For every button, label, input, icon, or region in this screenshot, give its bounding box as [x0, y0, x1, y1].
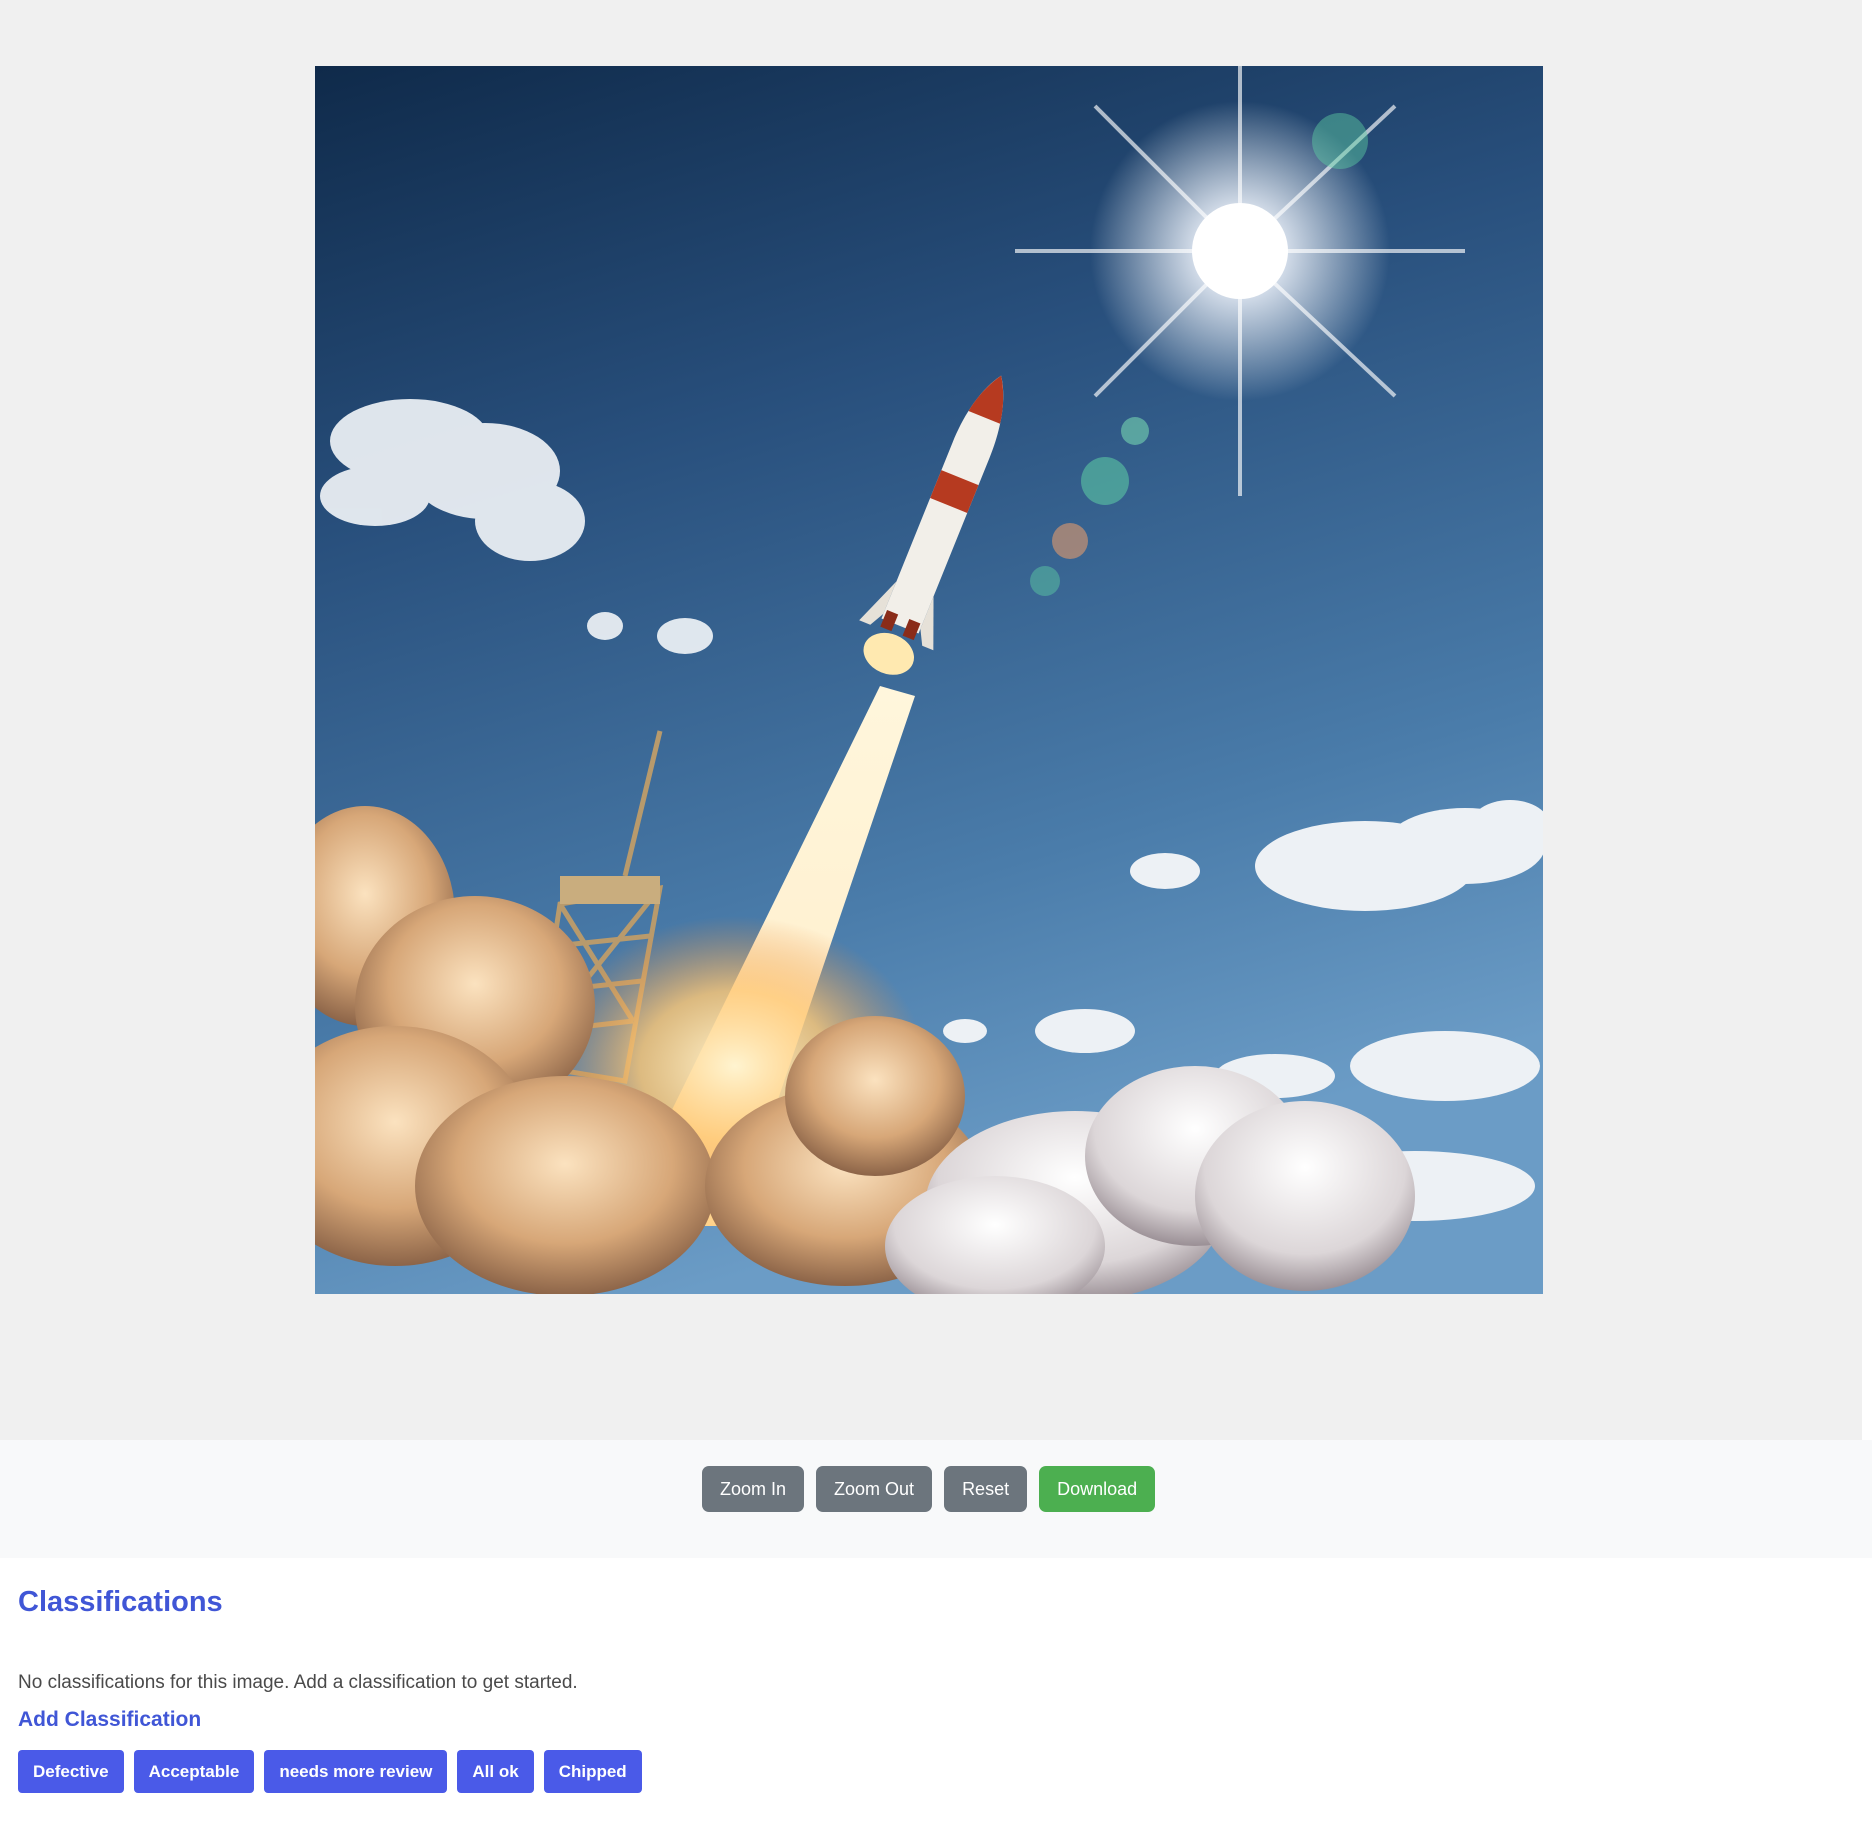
classification-option-chipped[interactable]: Chipped: [543, 1750, 642, 1793]
zoom-out-button[interactable]: Zoom Out: [816, 1466, 933, 1512]
classification-option-acceptable[interactable]: Acceptable: [133, 1750, 255, 1793]
classification-option-all-ok[interactable]: All ok: [457, 1750, 534, 1793]
classifications-panel: Classifications No classifications for t…: [0, 1558, 1862, 1822]
classification-option-needs-more-review[interactable]: needs more review: [264, 1750, 448, 1793]
reset-button[interactable]: Reset: [944, 1466, 1028, 1512]
download-button[interactable]: Download: [1039, 1466, 1156, 1512]
empty-state-message: No classifications for this image. Add a…: [18, 1672, 578, 1693]
add-classification-title: Add Classification: [18, 1708, 202, 1731]
zoom-in-button[interactable]: Zoom In: [702, 1466, 805, 1512]
toolbar-buttons: Zoom In Zoom Out Reset Download: [702, 1466, 1156, 1512]
classifications-title: Classifications: [18, 1586, 223, 1618]
image-toolbar: Zoom In Zoom Out Reset Download: [0, 1440, 1872, 1558]
image-viewer: [0, 0, 1862, 1440]
classification-options: Defective Acceptable needs more review A…: [18, 1750, 642, 1793]
classification-option-defective[interactable]: Defective: [18, 1750, 124, 1793]
rocket-launch-image: [315, 66, 1543, 1294]
